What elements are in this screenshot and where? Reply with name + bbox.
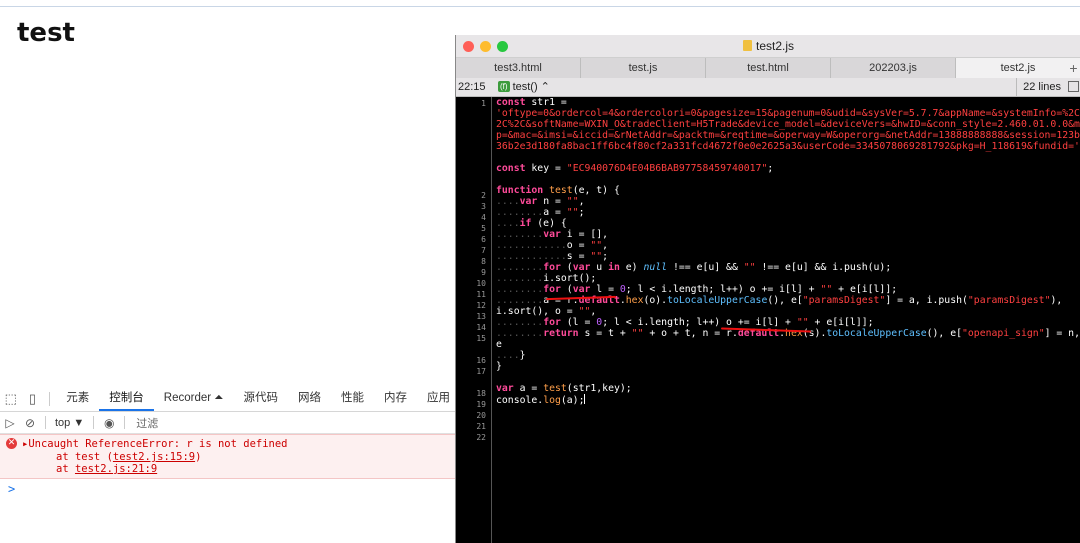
code-line: const key = "EC940076D4E04B6BAB977584597… [496,163,774,174]
code-line: ....if (e) { [496,218,567,229]
code-line: console.log(a); [496,394,586,406]
code-line: e [496,339,502,350]
line-number: 9 [481,268,486,277]
line-number: 19 [476,400,486,409]
code-line: const str1 = [496,97,567,108]
function-badge-icon: (f) [498,81,510,92]
line-number: 11 [476,290,486,299]
tab-elements[interactable]: 元素 [56,386,99,411]
clear-console-icon[interactable]: ⊘ [20,416,40,430]
tab-sources[interactable]: 源代码 [234,386,289,411]
line-number: 13 [476,312,486,321]
line-number: 6 [481,235,486,244]
code-line: ....} [496,350,526,361]
tab-performance[interactable]: 性能 [331,386,374,411]
code-line: i.sort(), o = "", [496,306,597,317]
code-line: ............o = "", [496,240,609,251]
code-line: ....var n = "", [496,196,585,207]
editor-tabbar: test3.html test.js test.html 202203.js t… [456,58,1080,78]
function-selector[interactable]: (f) test() ⌃ [498,78,550,96]
line-number: 16 [476,356,486,365]
code-line: p=&mac=&imsi=&iccid=&rNetAddr=&packtm=&r… [496,130,1080,141]
console-error-message: ✕ ▸Uncaught ReferenceError: r is not def… [0,434,460,479]
line-number: 1 [481,99,486,108]
code-line: function test(e, t) { [496,185,620,196]
editor-tab-202203-js[interactable]: 202203.js [831,58,956,78]
line-number: 18 [476,389,486,398]
line-number: 22 [476,433,486,442]
filter-input[interactable]: 过滤 [136,415,158,431]
line-count: 22 lines [1016,78,1061,96]
top-divider [0,6,1080,7]
tab-recorder[interactable]: Recorder ⏶ [154,386,234,411]
page-title: test [17,18,75,48]
editor-statusbar: 22:15 (f) test() ⌃ 22 lines [456,78,1080,97]
line-number: 14 [476,323,486,332]
line-number: 5 [481,224,486,233]
split-view-icon[interactable] [1068,81,1079,92]
window-title: test2.js [456,35,1080,57]
editor-window: test2.js test3.html test.js test.html 20… [455,35,1080,543]
inspect-element-icon[interactable]: ⬚ [0,386,22,411]
error-icon: ✕ [6,438,17,449]
live-expression-eye-icon[interactable]: ◉ [99,416,119,430]
context-selector[interactable]: top ▼ [51,417,88,429]
error-text[interactable]: ▸Uncaught ReferenceError: r is not defin… [22,438,288,450]
window-titlebar: test2.js [456,35,1080,58]
cursor-position: 22:15 [458,81,486,93]
tab-application[interactable]: 应用 [417,386,460,411]
stack-frame-2: at test2.js:21:9 [56,463,158,475]
stack-link-1[interactable]: test2.js:15:9 [113,451,195,463]
line-number: 20 [476,411,486,420]
line-number: 4 [481,213,486,222]
code-line: 'oftype=0&ordercol=4&ordercolori=0&pages… [496,108,1080,119]
code-line: var a = test(str1,key); [496,383,632,394]
code-line: ........var i = [], [496,229,609,240]
editor-tab-test3-html[interactable]: test3.html [456,58,581,78]
code-line: ........for (var u in e) null !== e[u] &… [496,262,892,273]
editor-tab-test2-js[interactable]: test2.js [956,58,1080,78]
tab-memory[interactable]: 内存 [374,386,417,411]
line-number: 2 [481,191,486,200]
tab-console[interactable]: 控制台 [99,386,154,411]
device-toggle-icon[interactable]: ▯ [22,386,44,411]
devtools-panel: ⬚ ▯ 元素 控制台 Recorder ⏶ 源代码 网络 性能 内存 应用 ▷ … [0,386,460,543]
line-number: 12 [476,301,486,310]
editor-tab-test-html[interactable]: test.html [706,58,831,78]
line-number: 3 [481,202,486,211]
code-line: ............s = ""; [496,251,609,262]
code-line: ........for (var l = 0; l < i.length; l+… [496,284,898,295]
line-number: 10 [476,279,486,288]
line-number: 8 [481,257,486,266]
line-number: 7 [481,246,486,255]
code-line: 36b2e3d180fa8bac1ff6bc4f80cf2a331fcd4672… [496,141,1080,152]
line-number: 17 [476,367,486,376]
line-number: 21 [476,422,486,431]
editor-tab-test-js[interactable]: test.js [581,58,706,78]
stack-frame-1: at test (test2.js:15:9) [56,451,202,463]
code-line: ........for (l = 0; l < i.length; l++) o… [496,317,874,328]
js-file-icon [742,40,752,51]
line-number-gutter: 1 2 3 4 5 6 7 8 9 10 11 12 13 14 15 16 1… [456,97,492,543]
console-toolbar: ▷ ⊘ top ▼ ◉ 过滤 [0,412,460,434]
code-line: ........a = ""; [496,207,585,218]
text-cursor [584,394,586,404]
tab-network[interactable]: 网络 [288,386,331,411]
code-line: } [496,361,502,372]
stack-link-2[interactable]: test2.js:21:9 [75,463,157,475]
line-number: 15 [476,334,486,343]
sidebar-toggle-icon[interactable]: ▷ [0,416,20,430]
devtools-tabbar: ⬚ ▯ 元素 控制台 Recorder ⏶ 源代码 网络 性能 内存 应用 [0,386,460,412]
code-line: ........i.sort(); [496,273,597,284]
code-line: 2C%2C&softName=WXIN_O&tradeClient=H5Trad… [496,119,1080,130]
console-prompt[interactable]: > [8,482,15,496]
new-tab-icon[interactable]: + [1066,58,1080,78]
